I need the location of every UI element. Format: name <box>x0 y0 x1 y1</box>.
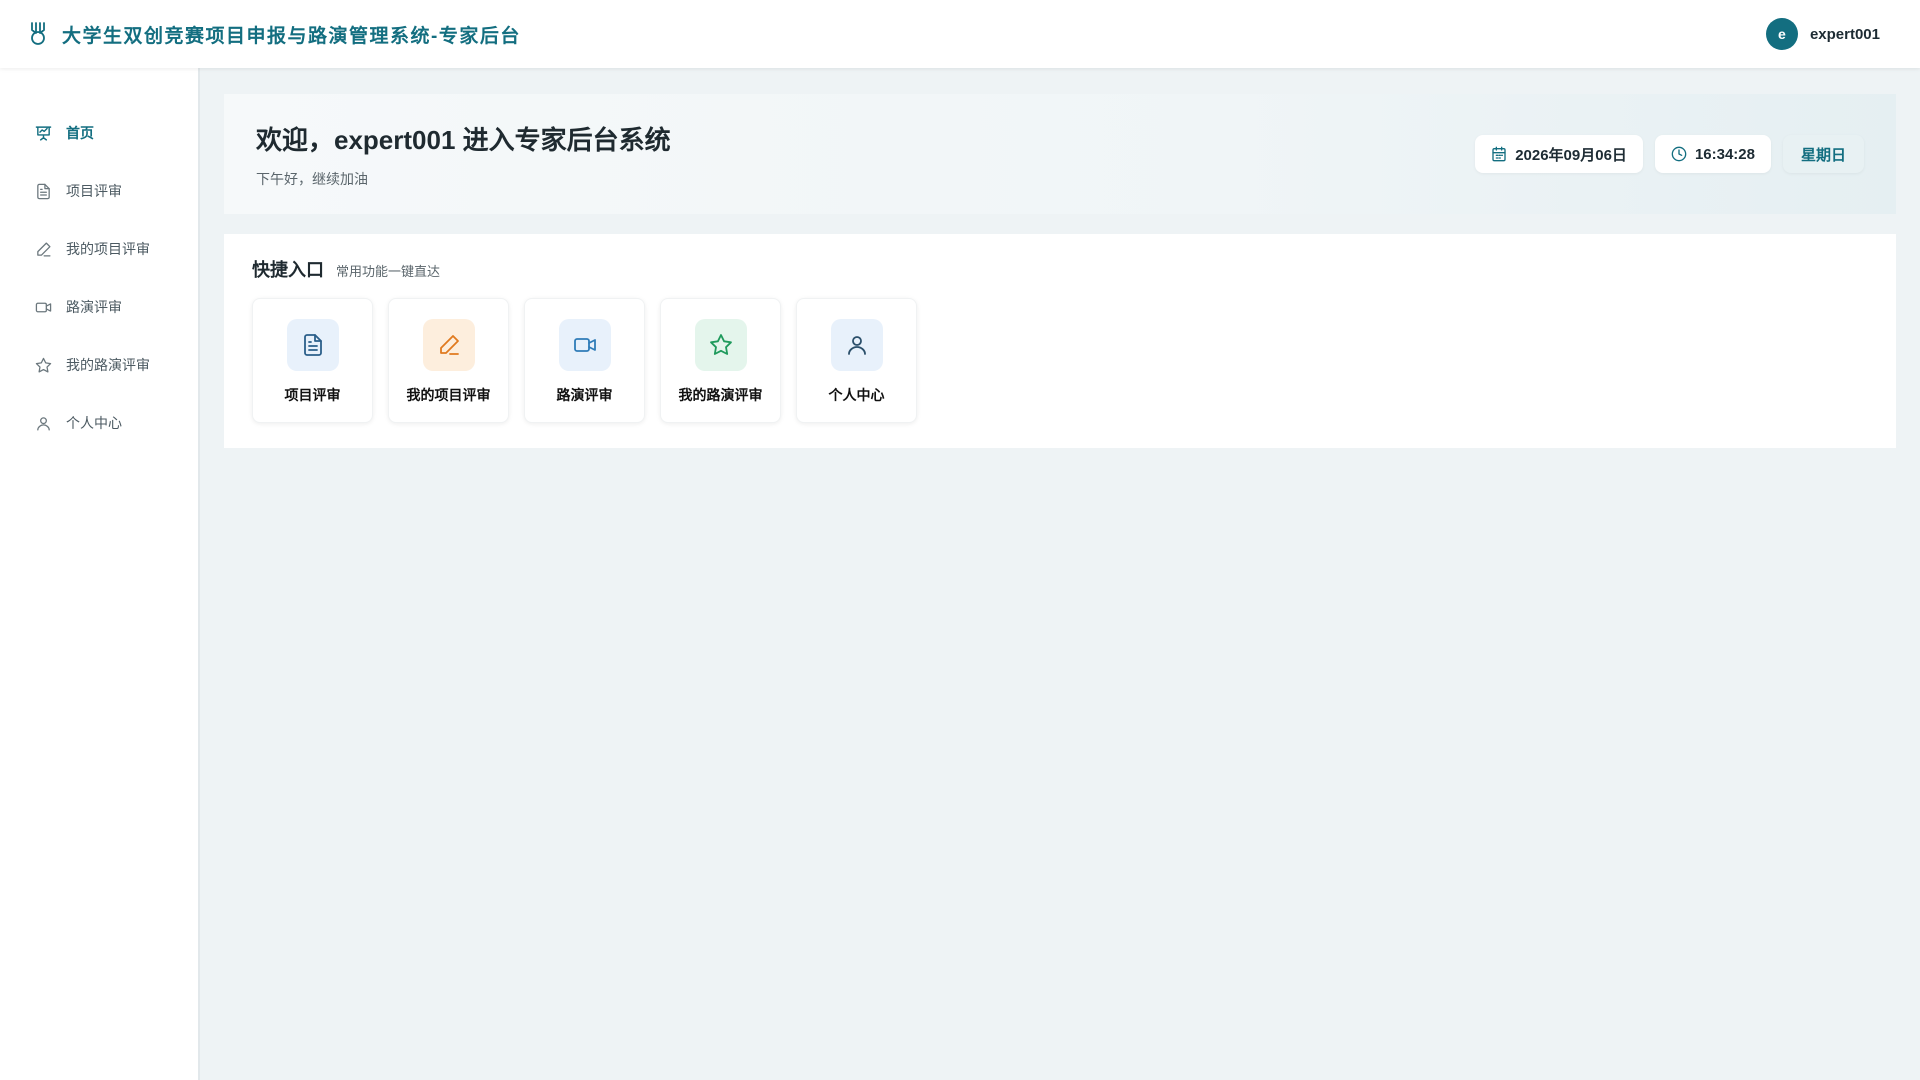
quick-access-subtitle: 常用功能一键直达 <box>336 264 441 279</box>
sidebar-item-my-roadshow-review[interactable]: 我的路演评审 <box>0 336 198 394</box>
date-text: 2026年09月06日 <box>1515 146 1627 164</box>
document-icon <box>286 319 339 371</box>
sidebar-item-label: 路演评审 <box>66 299 122 315</box>
quick-card-my-roadshow-review[interactable]: 我的路演评审 <box>660 298 781 423</box>
quick-card-label: 项目评审 <box>284 387 341 403</box>
welcome-banner: 欢迎，expert001 进入专家后台系统 下午好，继续加油 2026年09月0… <box>224 94 1896 214</box>
calendar-icon <box>1491 146 1507 162</box>
quick-card-label: 个人中心 <box>828 387 885 403</box>
star-icon <box>34 356 52 374</box>
date-chip: 2026年09月06日 <box>1475 135 1643 173</box>
sidebar: 首页 项目评审 我的项目评审 路演评审 我的路演评审 个人中心 <box>0 68 200 1080</box>
main-content: 欢迎，expert001 进入专家后台系统 下午好，继续加油 2026年09月0… <box>224 94 1896 448</box>
sidebar-item-my-project-review[interactable]: 我的项目评审 <box>0 220 198 278</box>
clock-icon <box>1671 146 1687 162</box>
quick-card-label: 我的路演评审 <box>678 387 763 403</box>
sidebar-item-label: 个人中心 <box>66 415 122 431</box>
sidebar-item-roadshow-review[interactable]: 路演评审 <box>0 278 198 336</box>
sidebar-item-label: 项目评审 <box>66 183 122 199</box>
sidebar-item-label: 首页 <box>66 125 94 141</box>
quick-card-roadshow-review[interactable]: 路演评审 <box>524 298 645 423</box>
video-camera-icon <box>34 298 52 316</box>
medal-icon <box>28 21 48 47</box>
quick-card-label: 我的项目评审 <box>406 387 491 403</box>
quick-card-profile[interactable]: 个人中心 <box>796 298 917 423</box>
quick-access-header: 快捷入口 常用功能一键直达 <box>252 256 1868 282</box>
video-camera-icon <box>558 319 611 371</box>
document-icon <box>34 182 52 200</box>
avatar[interactable]: e <box>1765 18 1798 50</box>
sidebar-item-home[interactable]: 首页 <box>0 104 198 162</box>
username[interactable]: expert001 <box>1810 26 1880 43</box>
quick-card-project-review[interactable]: 项目评审 <box>252 298 373 423</box>
top-header: 大学生双创竞赛项目申报与路演管理系统-专家后台 e expert001 <box>0 0 1920 68</box>
quick-access-panel: 快捷入口 常用功能一键直达 项目评审 我的项目评审 路演评审 我的路演评审 个人… <box>224 234 1896 448</box>
star-icon <box>694 319 747 371</box>
presentation-chart-icon <box>34 124 52 142</box>
quick-access-title: 快捷入口 <box>252 260 324 280</box>
quick-card-label: 路演评审 <box>556 387 613 403</box>
quick-access-cards: 项目评审 我的项目评审 路演评审 我的路演评审 个人中心 <box>252 298 1868 423</box>
weekday-chip: 星期日 <box>1782 135 1864 173</box>
welcome-subtitle: 下午好，继续加油 <box>256 170 368 187</box>
sidebar-item-project-review[interactable]: 项目评审 <box>0 162 198 220</box>
sidebar-item-label: 我的项目评审 <box>66 241 150 257</box>
welcome-text: 欢迎，expert001 进入专家后台系统 下午好，继续加油 <box>256 120 671 189</box>
time-text: 16:34:28 <box>1694 145 1755 163</box>
pen-icon <box>422 319 475 371</box>
sidebar-item-label: 我的路演评审 <box>66 357 150 373</box>
weekday-text: 星期日 <box>1800 146 1846 164</box>
time-chip: 16:34:28 <box>1654 135 1771 173</box>
app-title: 大学生双创竞赛项目申报与路演管理系统-专家后台 <box>62 25 521 47</box>
date-time-chips: 2026年09月06日 16:34:28 星期日 <box>1475 135 1864 173</box>
sidebar-item-profile[interactable]: 个人中心 <box>0 394 198 452</box>
brand[interactable]: 大学生双创竞赛项目申报与路演管理系统-专家后台 <box>28 21 521 48</box>
user-icon <box>830 319 883 371</box>
pen-icon <box>34 240 52 258</box>
quick-card-my-project-review[interactable]: 我的项目评审 <box>388 298 509 423</box>
user-icon <box>34 414 52 432</box>
welcome-title: 欢迎，expert001 进入专家后台系统 <box>256 124 671 155</box>
user-menu[interactable]: e expert001 <box>1765 18 1880 50</box>
